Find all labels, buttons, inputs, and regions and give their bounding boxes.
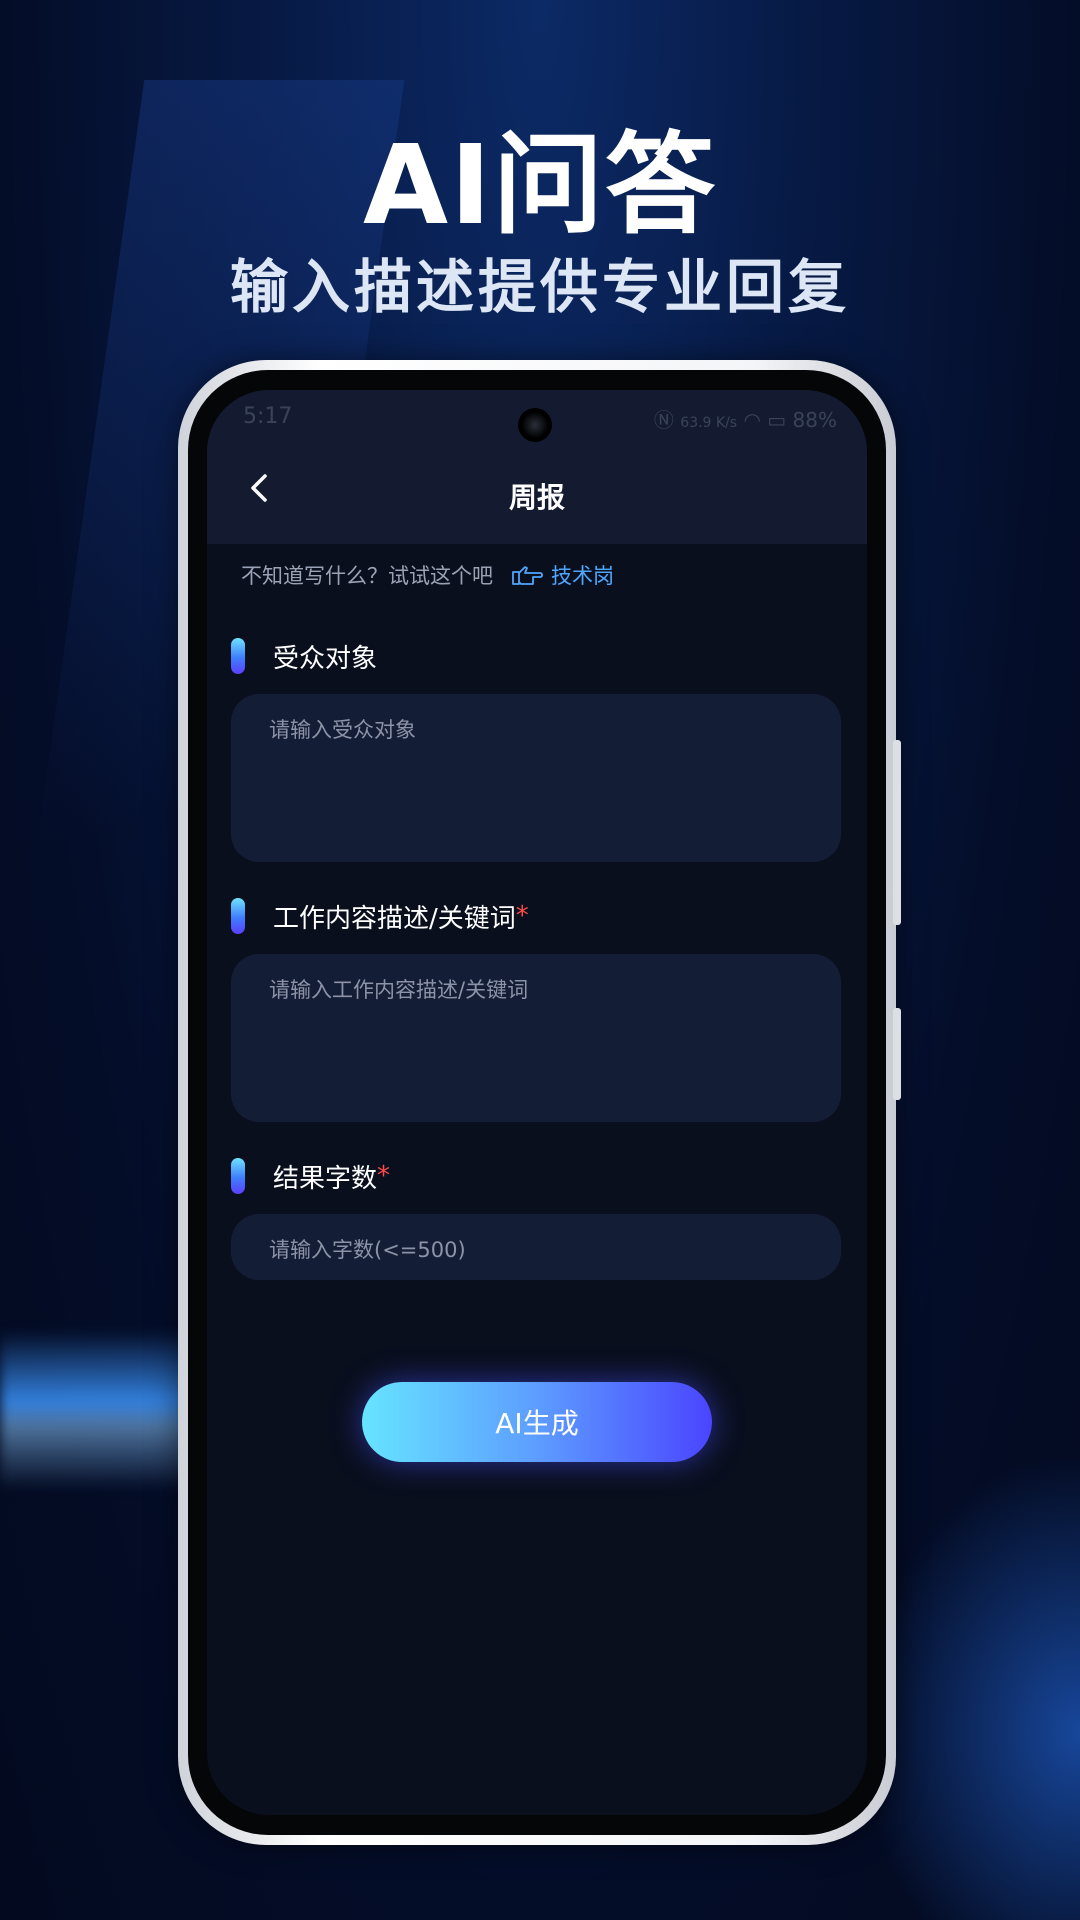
- battery-level: 88%: [792, 408, 837, 432]
- audience-input[interactable]: 请输入受众对象: [231, 694, 841, 862]
- content-placeholder: 请输入工作内容描述/关键词: [269, 978, 529, 1002]
- audience-label: 受众对象: [273, 643, 378, 674]
- section-marker: [231, 898, 245, 934]
- ai-generate-button[interactable]: AI生成: [362, 1382, 712, 1462]
- content-label: 工作内容描述/关键词: [273, 903, 516, 934]
- status-icons: Ⓝ 63.9 K/s ◠ ▭ 88%: [654, 404, 837, 433]
- page-title: 周报: [508, 481, 565, 514]
- top-bar: 5:17 Ⓝ 63.9 K/s ◠ ▭ 88% 周报: [207, 390, 867, 544]
- wifi-icon: ◠: [743, 408, 761, 432]
- hero-title: AI问答: [362, 121, 718, 249]
- phone-power-button: [893, 1008, 901, 1100]
- audience-label-row: 受众对象: [231, 636, 377, 676]
- word-count-input[interactable]: 请输入字数(<=500): [231, 1214, 841, 1280]
- content-label-row: 工作内容描述/关键词 *: [231, 896, 529, 936]
- nfc-icon: Ⓝ: [653, 408, 674, 432]
- hint-text: 不知道写什么？试试这个吧: [241, 564, 493, 588]
- example-link-tech[interactable]: 技术岗: [551, 560, 614, 590]
- ai-generate-label: AI生成: [495, 1407, 579, 1440]
- front-camera: [518, 408, 552, 442]
- required-marker: *: [515, 901, 529, 931]
- hero-subtitle: 输入描述提供专业回复: [229, 253, 850, 321]
- content-input[interactable]: 请输入工作内容描述/关键词: [231, 954, 841, 1122]
- phone-screen: 5:17 Ⓝ 63.9 K/s ◠ ▭ 88% 周报 不知道写什么？试试这个吧 …: [207, 390, 867, 1815]
- word-count-label-row: 结果字数 *: [231, 1156, 390, 1196]
- word-count-label: 结果字数: [273, 1163, 378, 1194]
- section-marker: [231, 1158, 245, 1194]
- network-speed: 63.9 K/s: [680, 415, 738, 431]
- phone-volume-button: [893, 740, 901, 925]
- pointing-hand-icon: [512, 566, 543, 585]
- required-marker: *: [377, 1161, 391, 1191]
- status-time: 5:17: [243, 404, 293, 429]
- battery-icon: ▭: [767, 408, 787, 432]
- audience-placeholder: 请输入受众对象: [269, 718, 416, 742]
- background-light-beam: [0, 1330, 190, 1490]
- hint-row: 不知道写什么？试试这个吧 技术岗: [241, 558, 614, 592]
- word-count-placeholder: 请输入字数(<=500): [269, 1238, 466, 1262]
- section-marker: [231, 638, 245, 674]
